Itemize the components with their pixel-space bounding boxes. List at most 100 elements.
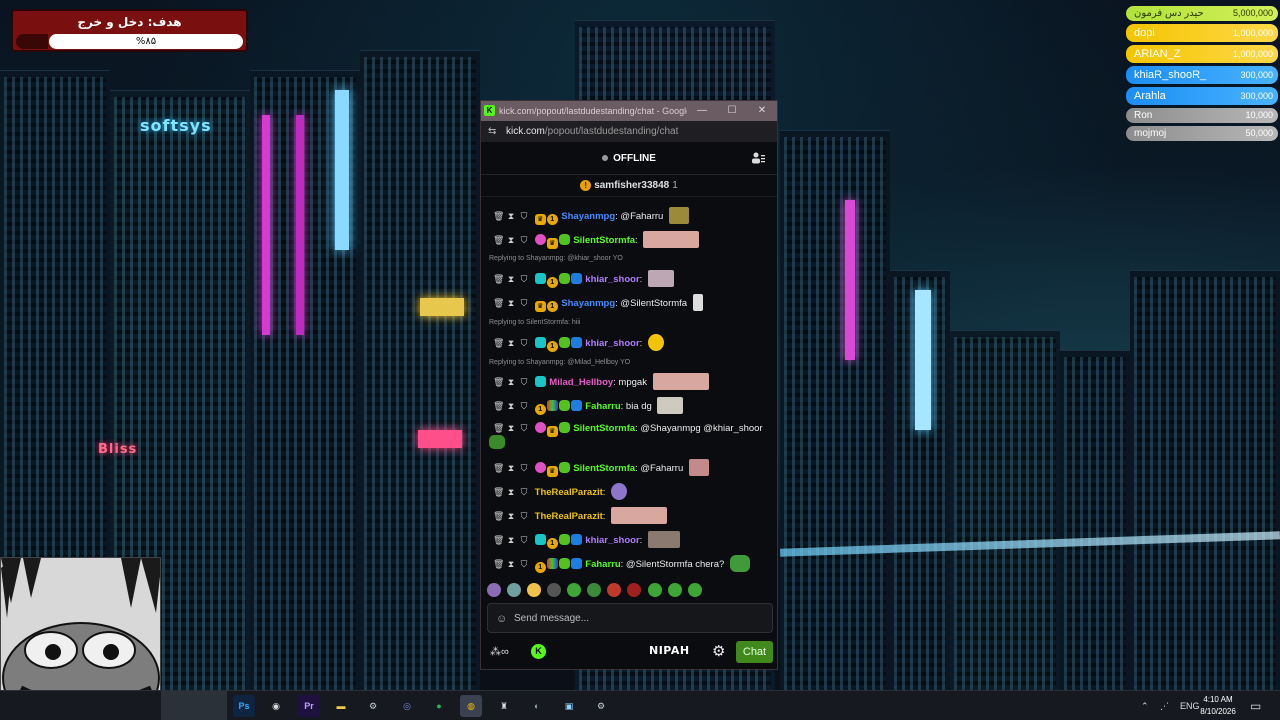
network-icon[interactable]: ⋰ — [1160, 691, 1169, 720]
ban-icon[interactable]: ⛉ — [519, 399, 529, 413]
timeout-icon[interactable]: ⧗ — [506, 533, 516, 547]
quick-emote-button[interactable] — [507, 583, 522, 597]
chat-message-list[interactable]: Replying to Shayanmpg: @khiar_shoor YO R… — [481, 207, 777, 599]
app-taskbar-icon[interactable]: ♜ — [493, 695, 515, 717]
window-titlebar[interactable]: K kick.com/popout/lastdudestanding/chat … — [481, 101, 777, 121]
chat-username[interactable]: Shayanmpg — [561, 211, 615, 222]
points-infinity-icon[interactable]: ⁂∞ — [490, 645, 509, 658]
delete-icon[interactable]: 🗑 — [493, 557, 504, 571]
chat-username[interactable]: Faharru — [585, 559, 620, 570]
quick-emote-button[interactable] — [607, 583, 622, 597]
ban-icon[interactable]: ⛉ — [519, 375, 529, 389]
chat-username[interactable]: khiar_shoor — [585, 274, 639, 285]
delete-icon[interactable]: 🗑 — [493, 509, 504, 523]
ban-icon[interactable]: ⛉ — [519, 296, 529, 310]
delete-icon[interactable]: 🗑 — [493, 375, 504, 389]
delete-icon[interactable]: 🗑 — [493, 296, 504, 310]
ban-icon[interactable]: ⛉ — [519, 509, 529, 523]
chat-username[interactable]: Faharru — [585, 401, 620, 412]
app-taskbar-icon[interactable]: ▣ — [558, 695, 580, 717]
ban-icon[interactable]: ⛉ — [519, 485, 529, 499]
ban-icon[interactable]: ⛉ — [519, 272, 529, 286]
nipah-extension-label[interactable]: NIPAH — [649, 644, 690, 657]
file-explorer-taskbar-icon[interactable]: ▬ — [330, 695, 352, 717]
quick-emote-button[interactable] — [547, 583, 562, 597]
tray-chevron-icon[interactable]: ⌃ — [1141, 691, 1149, 720]
clock-time: 4:10 AM — [1203, 695, 1233, 704]
quick-emote-button[interactable] — [527, 583, 542, 597]
timeout-icon[interactable]: ⧗ — [506, 399, 516, 413]
maximize-button[interactable]: ☐ — [717, 101, 747, 121]
timeout-icon[interactable]: ⧗ — [506, 209, 516, 223]
delete-icon[interactable]: 🗑 — [493, 209, 504, 223]
send-message-input[interactable]: ☺ Send message... — [487, 603, 773, 633]
quick-emote-button[interactable] — [567, 583, 582, 597]
timeout-icon[interactable]: ⧗ — [506, 461, 516, 475]
ban-icon[interactable]: ⛉ — [519, 336, 529, 350]
timeout-icon[interactable]: ⧗ — [506, 421, 516, 435]
quick-emote-button[interactable] — [647, 583, 662, 597]
delete-icon[interactable]: 🗑 — [493, 485, 504, 499]
app-taskbar-icon[interactable]: ◐ — [526, 695, 548, 717]
ban-icon[interactable]: ⛉ — [519, 461, 529, 475]
quick-emote-button[interactable] — [667, 583, 682, 597]
delete-icon[interactable]: 🗑 — [493, 533, 504, 547]
pinned-gifter[interactable]: ! samfisher33848 1 — [481, 175, 777, 197]
chat-username[interactable]: Shayanmpg — [561, 298, 615, 309]
emote-picker-icon[interactable]: ☺ — [496, 604, 507, 634]
close-button[interactable]: ✕ — [747, 101, 777, 121]
delete-icon[interactable]: 🗑 — [493, 233, 504, 247]
quick-emote-button[interactable] — [487, 583, 501, 597]
goal-progress-track — [16, 34, 48, 49]
ban-icon[interactable]: ⛉ — [519, 209, 529, 223]
delete-icon[interactable]: 🗑 — [493, 461, 504, 475]
chat-username[interactable]: SilentStormfa — [573, 463, 635, 474]
chrome-taskbar-icon[interactable]: ◍ — [460, 695, 482, 717]
delete-icon[interactable]: 🗑 — [493, 421, 504, 435]
ban-icon[interactable]: ⛉ — [519, 421, 529, 435]
timeout-icon[interactable]: ⧗ — [506, 375, 516, 389]
timeout-icon[interactable]: ⧗ — [506, 509, 516, 523]
quick-emote-button[interactable] — [587, 583, 602, 597]
chat-username[interactable]: khiar_shoor — [585, 338, 639, 349]
chat-send-button[interactable]: Chat — [736, 641, 773, 663]
site-info-icon[interactable]: ⇆ — [488, 121, 496, 142]
discord-taskbar-icon[interactable]: ◎ — [396, 695, 418, 717]
chat-username[interactable]: TheRealParazit — [535, 511, 603, 522]
ban-icon[interactable]: ⛉ — [519, 533, 529, 547]
spotify-taskbar-icon[interactable]: ● — [428, 695, 450, 717]
chat-username[interactable]: SilentStormfa — [573, 423, 635, 434]
timeout-icon[interactable]: ⧗ — [506, 557, 516, 571]
users-icon[interactable] — [752, 152, 765, 164]
steam-taskbar-icon[interactable]: ⚙ — [590, 695, 612, 717]
address-bar[interactable]: ⇆ kick.com/popout/lastdudestanding/chat — [481, 121, 777, 142]
timeout-icon[interactable]: ⧗ — [506, 272, 516, 286]
chat-username[interactable]: Milad_Hellboy — [549, 377, 613, 388]
obs-taskbar-icon[interactable]: ◉ — [265, 695, 287, 717]
timeout-icon[interactable]: ⧗ — [506, 296, 516, 310]
settings-gear-icon[interactable]: ⚙ — [712, 642, 725, 660]
chat-username[interactable]: khiar_shoor — [585, 535, 639, 546]
timeout-icon[interactable]: ⧗ — [506, 485, 516, 499]
photoshop-taskbar-icon[interactable]: Ps — [233, 695, 255, 717]
delete-icon[interactable]: 🗑 — [493, 399, 504, 413]
premiere-taskbar-icon[interactable]: Pr — [298, 695, 320, 717]
taskbar-search-box[interactable] — [161, 691, 227, 720]
gift-coin-icon: ! — [580, 179, 592, 191]
emote-image — [657, 397, 684, 414]
minimize-button[interactable]: — — [687, 101, 717, 121]
steam-taskbar-icon[interactable]: ⚙ — [362, 695, 384, 717]
clock[interactable]: 4:10 AM 8/10/2026 — [1196, 694, 1240, 718]
delete-icon[interactable]: 🗑 — [493, 336, 504, 350]
ban-icon[interactable]: ⛉ — [519, 557, 529, 571]
quick-emote-button[interactable] — [627, 583, 642, 597]
delete-icon[interactable]: 🗑 — [493, 272, 504, 286]
timeout-icon[interactable]: ⧗ — [506, 336, 516, 350]
chat-username[interactable]: SilentStormfa — [573, 235, 635, 246]
timeout-icon[interactable]: ⧗ — [506, 233, 516, 247]
kick-emotes-icon[interactable]: K — [531, 644, 546, 659]
chat-username[interactable]: TheRealParazit — [535, 487, 603, 498]
ban-icon[interactable]: ⛉ — [519, 233, 529, 247]
notifications-icon[interactable]: ▭ — [1250, 691, 1261, 720]
quick-emote-button[interactable] — [687, 583, 702, 597]
